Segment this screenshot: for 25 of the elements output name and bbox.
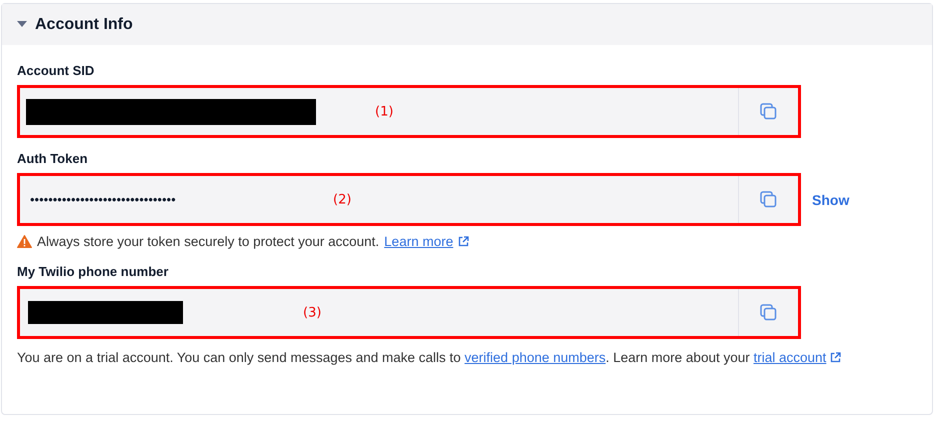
annotation-number: (2): [333, 192, 352, 207]
copy-icon: [760, 191, 777, 208]
notice-link[interactable]: verified phone numbers: [464, 350, 606, 365]
external-link-icon: [458, 236, 470, 247]
copy-field[interactable]: •••••••••••••••••••••••••••••••• (2): [17, 173, 801, 226]
warning-text: Always store your token securely to protect your account.: [37, 234, 380, 249]
copy-field[interactable]: (1): [17, 85, 801, 138]
trial-notice: You are on a trial account. You can only send messages and make calls to verified phone numbers. Learn more about your trial account: [17, 350, 826, 365]
field-label: Account SID: [17, 63, 96, 78]
panel-header[interactable]: Account Info: [2, 4, 932, 45]
field-label: My Twilio phone number: [17, 264, 170, 279]
masked-token: ••••••••••••••••••••••••••••••••: [30, 192, 176, 207]
annotation-number: (3): [303, 305, 322, 320]
panel-title: Account Info: [35, 16, 133, 34]
copy-icon: [760, 103, 777, 120]
show-link[interactable]: Show: [812, 192, 850, 208]
notice-link[interactable]: trial account: [753, 350, 826, 365]
annotation-number: (1): [375, 104, 394, 119]
copy-field[interactable]: (3): [17, 286, 801, 339]
warning-icon: [17, 235, 32, 248]
copy-icon: [760, 304, 777, 321]
field-label: Auth Token: [17, 151, 89, 166]
caret-icon: [17, 21, 27, 28]
learn-more-link[interactable]: Learn more: [384, 234, 454, 249]
external-link-icon: [830, 352, 842, 363]
